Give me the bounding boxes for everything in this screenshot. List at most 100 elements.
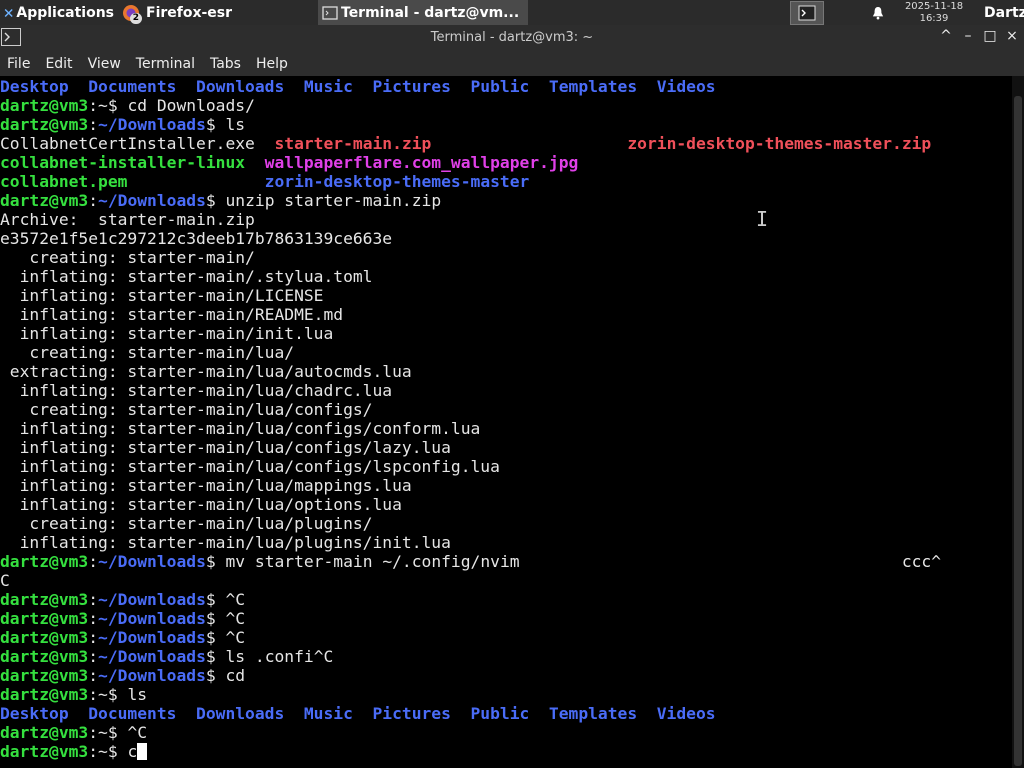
clock-time: 16:39 <box>919 12 949 24</box>
window-maximize-button[interactable]: □ <box>982 28 998 44</box>
terminal-line: C <box>0 571 1010 590</box>
terminal-text: zorin-desktop-themes-master.zip <box>627 134 932 153</box>
terminal-text: inflating: starter-main/lua/configs/conf… <box>0 419 481 438</box>
terminal-text: $ ^C <box>205 609 246 628</box>
terminal-text: dartz@vm3 <box>0 115 89 134</box>
terminal-line: creating: starter-main/lua/plugins/ <box>0 514 1010 533</box>
firefox-taskbar-button[interactable]: 2 Firefox-esr <box>118 0 318 25</box>
terminal-text: $ ^C <box>205 590 246 609</box>
terminal-text: : <box>88 666 99 685</box>
terminal-line: inflating: starter-main/README.md <box>0 305 1010 324</box>
terminal-text: :~$ c <box>88 742 138 761</box>
window-shade-button[interactable]: ^ <box>938 28 954 44</box>
terminal-text: : <box>88 552 99 571</box>
menu-file[interactable]: File <box>7 56 30 72</box>
terminal-text: collabnet.pem <box>0 172 128 191</box>
terminal-line: collabnet-installer-linux wallpaperflare… <box>0 153 1010 172</box>
terminal-text: creating: starter-main/lua/configs/ <box>0 400 373 419</box>
terminal-output[interactable]: Desktop Documents Downloads Music Pictur… <box>0 76 1010 768</box>
terminal-text: ~/Downloads <box>98 115 206 134</box>
terminal-text: :~$ ^C <box>88 723 148 742</box>
terminal-text: : <box>88 191 99 210</box>
terminal-text: inflating: starter-main/lua/configs/lazy… <box>0 438 451 457</box>
terminal-text: collabnet-installer-linux <box>0 153 246 172</box>
terminal-text: creating: starter-main/lua/ <box>0 343 295 362</box>
terminal-line: dartz@vm3:~/Downloads$ ^C <box>0 628 1010 647</box>
terminal-line: dartz@vm3:~/Downloads$ ls <box>0 115 1010 134</box>
terminal-line: dartz@vm3:~/Downloads$ ^C <box>0 609 1010 628</box>
terminal-line: dartz@vm3:~$ ^C <box>0 723 1010 742</box>
terminal-text: :~$ ls <box>88 685 148 704</box>
terminal-text: inflating: starter-main/LICENSE <box>0 286 324 305</box>
window-titlebar[interactable]: Terminal - dartz@vm3: ~ ^ – □ × <box>0 25 1024 51</box>
menu-terminal[interactable]: Terminal <box>136 56 195 72</box>
terminal-text: $ ls <box>205 115 246 134</box>
terminal-line: dartz@vm3:~/Downloads$ ^C <box>0 590 1010 609</box>
terminal-text: Archive: starter-main.zip <box>0 210 255 229</box>
terminal-line: creating: starter-main/ <box>0 248 1010 267</box>
terminal-text: dartz@vm3 <box>0 723 89 742</box>
applications-menu-button[interactable]: Applications <box>0 0 118 25</box>
terminal-scrollbar[interactable] <box>1012 76 1024 768</box>
terminal-text: dartz@vm3 <box>0 628 89 647</box>
firefox-icon: 2 <box>122 4 142 24</box>
terminal-text: C <box>0 571 10 590</box>
applications-label: Applications <box>16 4 114 21</box>
terminal-launcher-icon <box>798 5 816 20</box>
terminal-text: : <box>88 590 99 609</box>
terminal-line: inflating: starter-main/lua/configs/lazy… <box>0 438 1010 457</box>
terminal-text: : <box>88 609 99 628</box>
terminal-line: inflating: starter-main/lua/plugins/init… <box>0 533 1010 552</box>
top-panel: Applications 2 Firefox-esr Terminal - da… <box>0 0 1024 25</box>
terminal-text: dartz@vm3 <box>0 666 89 685</box>
user-menu[interactable]: Dartz <box>980 0 1024 25</box>
terminal-text: : <box>88 647 99 666</box>
terminal-text: creating: starter-main/ <box>0 248 255 267</box>
terminal-launcher-button[interactable] <box>790 0 824 25</box>
terminal-text: dartz@vm3 <box>0 552 89 571</box>
clock[interactable]: 2025-11-18 16:39 <box>888 0 980 25</box>
terminal-text: dartz@vm3 <box>0 191 89 210</box>
menu-tabs[interactable]: Tabs <box>210 56 241 72</box>
terminal-text: ~/Downloads <box>98 609 206 628</box>
window-title: Terminal - dartz@vm3: ~ <box>430 30 594 45</box>
terminal-text: Desktop Documents Downloads Music Pictur… <box>0 704 716 723</box>
clock-date: 2025-11-18 <box>904 0 964 12</box>
terminal-text: dartz@vm3 <box>0 685 89 704</box>
terminal-text: dartz@vm3 <box>0 647 89 666</box>
terminal-text: inflating: starter-main/.stylua.toml <box>0 267 373 286</box>
terminal-text: dartz@vm3 <box>0 590 89 609</box>
terminal-line: dartz@vm3:~$ cd Downloads/ <box>0 96 1010 115</box>
terminal-line: e3572e1f5e1c297212c3deeb17b7863139ce663e <box>0 229 1010 248</box>
terminal-text: $ mv starter-main ~/.config/nvim ccc^ <box>205 552 942 571</box>
terminal-taskbar-button[interactable]: Terminal - dartz@vm... <box>318 0 528 25</box>
terminal-text: inflating: starter-main/lua/mappings.lua <box>0 476 412 495</box>
terminal-task-label: Terminal - dartz@vm... <box>341 4 520 21</box>
notification-bell-icon[interactable] <box>868 0 888 25</box>
window-close-button[interactable]: × <box>1004 28 1020 44</box>
window-minimize-button[interactable]: – <box>960 28 976 44</box>
terminal-text: $ cd <box>205 666 246 685</box>
terminal-line: inflating: starter-main/LICENSE <box>0 286 1010 305</box>
menu-help[interactable]: Help <box>256 56 288 72</box>
menu-view[interactable]: View <box>88 56 121 72</box>
terminal-line: dartz@vm3:~/Downloads$ mv starter-main ~… <box>0 552 1010 571</box>
terminal-text: starter-main.zip <box>274 134 432 153</box>
terminal-text: e3572e1f5e1c297212c3deeb17b7863139ce663e <box>0 229 393 248</box>
terminal-text: ~/Downloads <box>98 552 206 571</box>
scrollbar-thumb[interactable] <box>1014 96 1022 766</box>
terminal-line: dartz@vm3:~$ c <box>0 742 1010 761</box>
terminal-line: Desktop Documents Downloads Music Pictur… <box>0 704 1010 723</box>
terminal-text: inflating: starter-main/lua/options.lua <box>0 495 402 514</box>
terminal-text: ~/Downloads <box>98 647 206 666</box>
terminal-text: extracting: starter-main/lua/autocmds.lu… <box>0 362 412 381</box>
terminal-text: dartz@vm3 <box>0 742 89 761</box>
terminal-text: creating: starter-main/lua/plugins/ <box>0 514 373 533</box>
terminal-text: $ ^C <box>205 628 246 647</box>
menu-edit[interactable]: Edit <box>45 56 72 72</box>
terminal-text: $ unzip starter-main.zip <box>205 191 442 210</box>
menu-bar: File Edit View Terminal Tabs Help <box>0 51 1024 76</box>
